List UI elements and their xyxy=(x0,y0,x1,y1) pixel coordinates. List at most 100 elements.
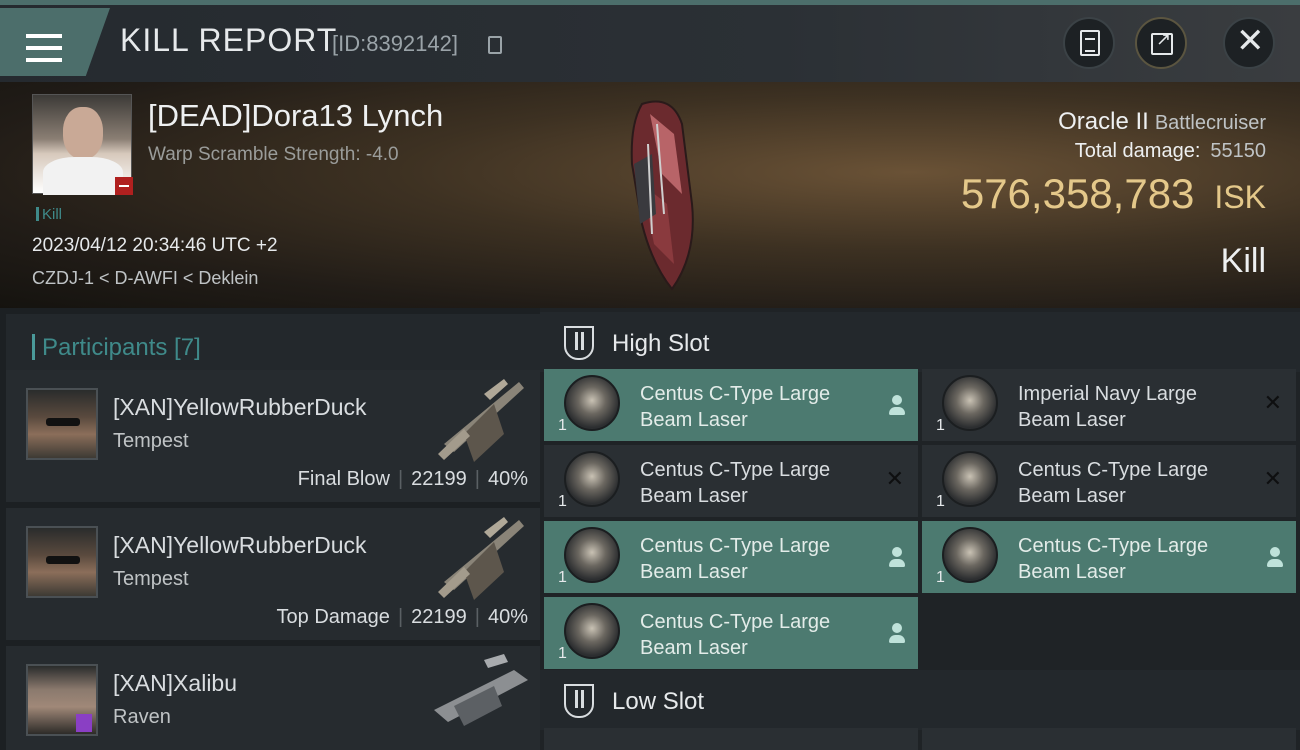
copy-icon[interactable] xyxy=(488,36,502,54)
module-item[interactable] xyxy=(922,728,1296,750)
module-item[interactable]: 1 Centus C-Type Large Beam Laser xyxy=(544,597,918,669)
warp-scramble-strength: Warp Scramble Strength: -4.0 xyxy=(148,144,399,165)
participant-ship: Raven xyxy=(113,706,171,728)
participant-ship-image xyxy=(438,379,524,462)
kill-result: Kill xyxy=(1220,242,1266,280)
module-name: Centus C-Type Large Beam Laser xyxy=(640,383,831,431)
beam-laser-icon xyxy=(564,527,620,583)
module-quantity: 1 xyxy=(936,493,945,510)
module-quantity: 1 xyxy=(558,417,567,434)
module-quantity: 1 xyxy=(558,645,567,662)
module-item[interactable]: 1 Imperial Navy Large Beam Laser ✕ xyxy=(922,369,1296,441)
participants-accent xyxy=(32,334,35,360)
participant-portrait[interactable] xyxy=(26,388,98,460)
close-button[interactable]: ✕ xyxy=(1223,17,1275,69)
participant-stats: Final Blow | 22199 | 40% xyxy=(298,468,528,491)
destroyed-x-icon: ✕ xyxy=(1263,391,1282,416)
window-title: KILL REPORT xyxy=(120,22,338,58)
module-name: Centus C-Type Large Beam Laser xyxy=(1018,535,1209,583)
module-quantity: 1 xyxy=(936,417,945,434)
module-item[interactable]: 1 Centus C-Type Large Beam Laser xyxy=(544,521,918,593)
participant-damage: 22199 xyxy=(411,606,467,628)
participant-percent: 40% xyxy=(487,606,528,628)
person-icon xyxy=(888,623,906,643)
low-slot-header: Low Slot xyxy=(540,670,1300,730)
kill-tag: Kill xyxy=(36,206,62,223)
module-name: Imperial Navy Large Beam Laser xyxy=(1018,383,1197,431)
module-name: Centus C-Type Large Beam Laser xyxy=(1018,459,1209,507)
participant-row[interactable]: [XAN]YellowRubberDuck Tempest Top Damage… xyxy=(6,508,540,640)
standing-flag xyxy=(115,177,133,195)
participants-panel: Participants [7] [XAN]YellowRubberDuck T… xyxy=(0,308,540,750)
menu-icon xyxy=(26,34,62,62)
victim-name[interactable]: [DEAD]Dora13 Lynch xyxy=(148,98,443,134)
participant-stats: Top Damage | 22199 | 40% xyxy=(277,606,528,629)
low-slot-title: Low Slot xyxy=(612,688,705,715)
destroyed-x-icon: ✕ xyxy=(1263,467,1282,492)
module-name: Centus C-Type Large Beam Laser xyxy=(640,459,831,507)
ship-name: Oracle II xyxy=(1058,108,1149,135)
person-icon xyxy=(888,547,906,567)
module-name: Centus C-Type Large Beam Laser xyxy=(640,535,831,583)
menu-button[interactable] xyxy=(0,8,110,76)
victim-ship-image[interactable] xyxy=(612,94,702,294)
beam-laser-icon xyxy=(942,527,998,583)
isk-amount: 576,358,783 xyxy=(960,170,1195,217)
participant-ship-image xyxy=(434,654,528,726)
stats-separator: | xyxy=(397,468,404,490)
module-item[interactable] xyxy=(544,728,918,750)
participant-ship: Tempest xyxy=(113,430,189,452)
corp-badge-icon xyxy=(76,714,92,732)
beam-laser-icon xyxy=(564,603,620,659)
participant-name: [XAN]Xalibu xyxy=(113,670,238,696)
high-slot-header: High Slot xyxy=(540,312,1300,372)
participants-header[interactable]: Participants [7] xyxy=(6,314,540,372)
beam-laser-icon xyxy=(942,451,998,507)
fitting-panel: High Slot 1 Centus C-Type Large Beam Las… xyxy=(540,308,1300,750)
destroyed-x-icon: ✕ xyxy=(885,467,904,492)
high-slot-icon xyxy=(564,326,594,360)
clipboard-button[interactable] xyxy=(1063,17,1115,69)
ship-type-line[interactable]: Oracle II Battlecruiser xyxy=(1058,108,1266,136)
participant-tag: Final Blow xyxy=(297,468,390,490)
beam-laser-icon xyxy=(564,451,620,507)
participant-row[interactable]: [XAN]Xalibu Raven xyxy=(6,646,540,750)
kill-header: [DEAD]Dora13 Lynch Warp Scramble Strengt… xyxy=(0,82,1300,308)
report-id: [ID:8392142] xyxy=(332,31,458,56)
module-name: Centus C-Type Large Beam Laser xyxy=(640,611,831,659)
module-item[interactable]: 1 Centus C-Type Large Beam Laser xyxy=(922,521,1296,593)
participant-percent: 40% xyxy=(487,468,528,490)
stats-separator: | xyxy=(397,606,404,628)
isk-value: 576,358,783 ISK xyxy=(961,170,1266,218)
module-item[interactable]: 1 Centus C-Type Large Beam Laser ✕ xyxy=(544,445,918,517)
clipboard-icon xyxy=(1080,30,1100,56)
ship-class: Battlecruiser xyxy=(1154,112,1266,134)
stats-separator: | xyxy=(474,606,480,628)
beam-laser-icon xyxy=(942,375,998,431)
participant-name: [XAN]YellowRubberDuck xyxy=(113,532,367,558)
share-button[interactable] xyxy=(1135,17,1187,69)
module-quantity: 1 xyxy=(936,569,945,586)
total-damage-label: Total damage: xyxy=(1074,140,1201,162)
close-icon: ✕ xyxy=(1236,21,1265,61)
participant-ship: Tempest xyxy=(113,568,189,590)
participant-damage: 22199 xyxy=(411,468,467,490)
kill-location[interactable]: CZDJ-1 < D-AWFI < Deklein xyxy=(32,268,258,289)
participant-row[interactable]: [XAN]YellowRubberDuck Tempest Final Blow… xyxy=(6,370,540,502)
participant-portrait[interactable] xyxy=(26,526,98,598)
module-item[interactable]: 1 Centus C-Type Large Beam Laser ✕ xyxy=(922,445,1296,517)
title-bar: KILL REPORT [ID:8392142] ✕ xyxy=(0,0,1300,82)
module-quantity: 1 xyxy=(558,493,567,510)
module-item[interactable]: 1 Centus C-Type Large Beam Laser xyxy=(544,369,918,441)
participant-ship-image xyxy=(438,517,524,600)
person-icon xyxy=(888,395,906,415)
total-damage: Total damage: 55150 xyxy=(1075,140,1266,163)
beam-laser-icon xyxy=(564,375,620,431)
high-slot-title: High Slot xyxy=(612,330,710,357)
isk-unit: ISK xyxy=(1214,179,1266,215)
module-quantity: 1 xyxy=(558,569,567,586)
participant-tag: Top Damage xyxy=(276,606,390,628)
participant-name: [XAN]YellowRubberDuck xyxy=(113,394,367,420)
participants-title: Participants [7] xyxy=(42,334,201,361)
kill-datetime: 2023/04/12 20:34:46 UTC +2 xyxy=(32,235,278,256)
